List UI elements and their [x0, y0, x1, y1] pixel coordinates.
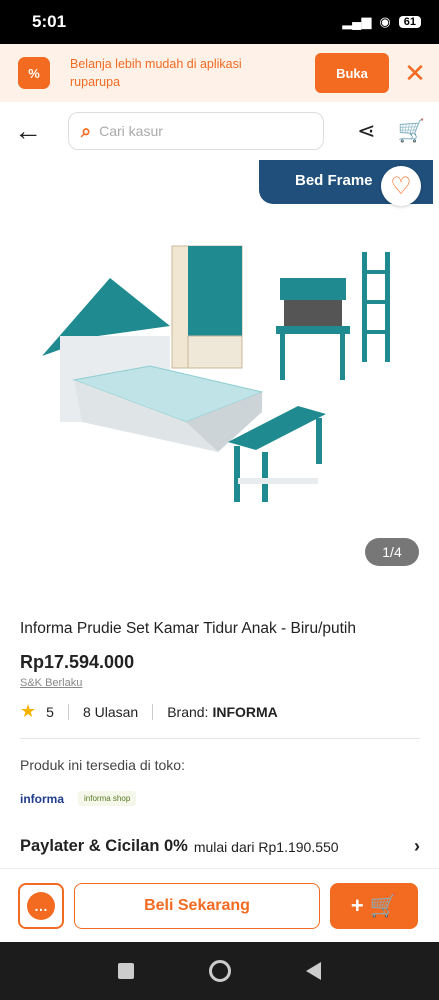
banner-text: Belanja lebih mudah di aplikasi ruparupa: [70, 57, 242, 89]
product-title: Informa Prudie Set Kamar Tidur Anak - Bi…: [20, 620, 356, 637]
back-icon[interactable]: [306, 962, 322, 980]
section-divider: [20, 738, 420, 739]
battery-icon: 61: [398, 16, 421, 28]
home-icon[interactable]: [208, 960, 231, 982]
paylater-row[interactable]: Paylater & Cicilan 0% mulai dari Rp1.190…: [20, 836, 420, 857]
buy-now-button[interactable]: Beli Sekarang: [74, 882, 320, 929]
rating-row: ★ 5 8 Ulasan Brand: INFORMA: [20, 701, 420, 722]
brand-label: Brand:: [167, 703, 209, 720]
store-logo-informa[interactable]: informa: [20, 792, 64, 806]
search-icon: ⌕: [81, 120, 92, 141]
search-input[interactable]: [99, 123, 300, 139]
review-count[interactable]: 8 Ulasan: [83, 704, 138, 720]
terms-link[interactable]: S&K Berlaku: [20, 677, 420, 689]
back-arrow-icon[interactable]: ←: [14, 115, 50, 147]
star-icon: ★: [20, 701, 37, 721]
system-nav-bar: [0, 942, 439, 1000]
chat-icon: …: [27, 891, 55, 920]
share-icon[interactable]: ⋖: [357, 118, 375, 144]
status-bar: 5:01 ▂▄▆ ◉ 61: [0, 0, 439, 44]
image-counter: 1/4: [365, 538, 419, 566]
product-price: Rp17.594.000: [20, 652, 135, 672]
app-logo-icon: %: [18, 57, 50, 89]
search-box[interactable]: ⌕: [68, 112, 324, 150]
bottom-action-bar: … Beli Sekarang + 🛒: [0, 868, 439, 942]
close-icon[interactable]: ✕: [403, 58, 427, 89]
wifi-icon: ◉: [379, 14, 391, 29]
header-actions: ⋖ 🛒: [357, 118, 425, 144]
status-time: 5:01: [32, 12, 67, 31]
cart-icon[interactable]: 🛒: [398, 118, 425, 144]
brand-name[interactable]: INFORMA: [212, 704, 277, 720]
store-logos: informa informa shop: [20, 791, 420, 806]
chat-button[interactable]: …: [18, 882, 64, 929]
paylater-subtitle: mulai dari Rp1.190.550: [193, 838, 339, 855]
paylater-title: Paylater & Cicilan 0%: [20, 837, 188, 855]
stock-label: Produk ini tersedia di toko:: [20, 757, 185, 773]
open-app-button[interactable]: Buka: [315, 53, 389, 93]
divider: [152, 703, 154, 720]
status-icons: ▂▄▆ ◉ 61: [342, 14, 421, 30]
chevron-right-icon: ›: [414, 836, 420, 856]
product-image: [42, 245, 390, 502]
add-to-cart-button[interactable]: + 🛒: [330, 882, 418, 929]
top-nav: ← ⌕ ⋖ 🛒: [0, 102, 439, 160]
rating-value: 5: [46, 703, 54, 720]
recents-icon[interactable]: [117, 963, 134, 979]
product-gallery[interactable]: Bed Frame ♡ 1/4: [0, 160, 439, 600]
store-logo-informa-shop[interactable]: informa shop: [78, 791, 137, 806]
app-install-banner: % Belanja lebih mudah di aplikasi ruparu…: [0, 44, 439, 102]
signal-icon: ▂▄▆: [342, 14, 372, 29]
product-info: Informa Prudie Set Kamar Tidur Anak - Bi…: [20, 600, 420, 857]
divider: [67, 703, 69, 720]
